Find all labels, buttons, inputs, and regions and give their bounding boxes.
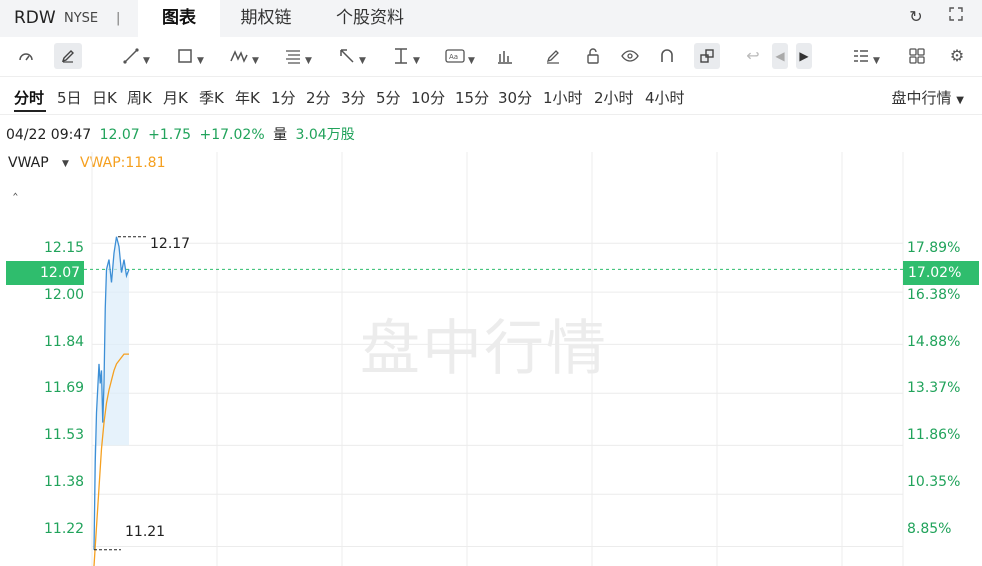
y-left-tick: 11.53 <box>44 427 85 443</box>
y-left-tick: 12.00 <box>44 287 85 303</box>
y-right-tick: 17.89% <box>907 240 961 256</box>
y-left-tick: 11.22 <box>44 521 85 537</box>
current-pct-value: 17.02% <box>908 265 962 281</box>
y-left-tick: 11.84 <box>44 334 85 350</box>
y-left-tick: 12.15 <box>44 240 85 256</box>
y-right-tick: 11.86% <box>907 427 961 443</box>
y-left-tick: 11.69 <box>44 380 85 396</box>
y-right-tick: 10.35% <box>907 474 961 490</box>
y-right-tick: 14.88% <box>907 334 961 350</box>
price-chart[interactable] <box>0 0 982 566</box>
y-right-tick: 8.85% <box>907 521 952 537</box>
y-left-tick: 11.38 <box>44 474 85 490</box>
y-right-tick: 16.38% <box>907 287 961 303</box>
current-pct-box: 17.02% <box>903 261 979 285</box>
high-price-label: 12.17 <box>150 236 191 252</box>
y-right-tick: 13.37% <box>907 380 961 396</box>
price-area <box>94 236 129 566</box>
low-price-label: 11.21 <box>125 524 166 540</box>
current-price-value: 12.07 <box>40 265 81 281</box>
current-price-box: 12.07 <box>6 261 84 285</box>
chart-watermark: 盘中行情 <box>360 314 608 384</box>
